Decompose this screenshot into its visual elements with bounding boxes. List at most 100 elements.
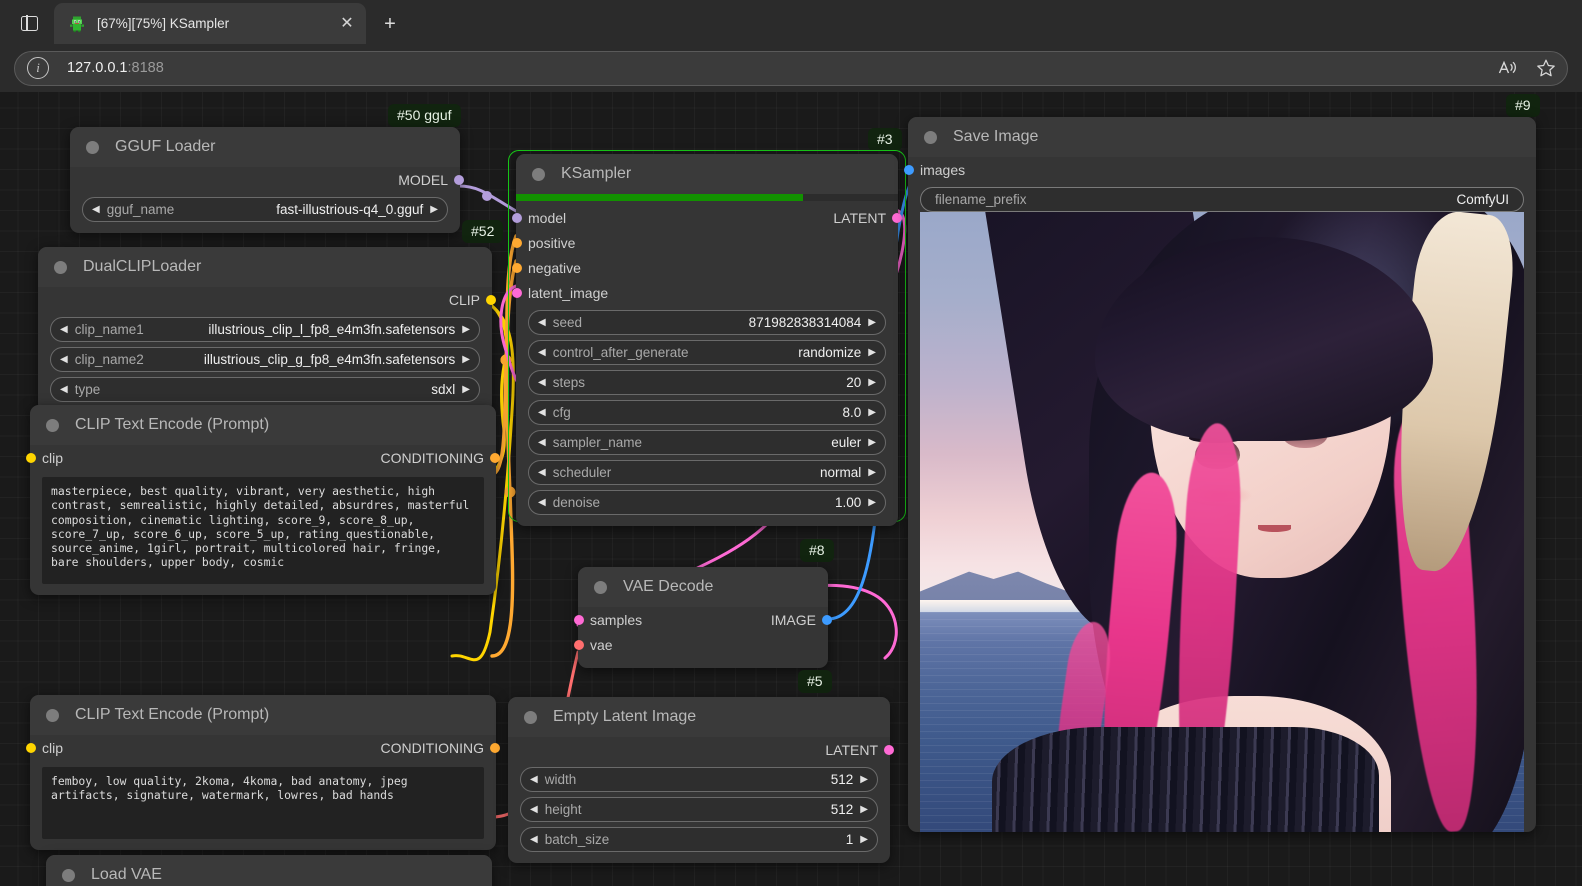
chevron-left-icon[interactable]: ◀ (538, 437, 546, 448)
node-header[interactable]: KSampler (516, 154, 898, 194)
read-aloud-icon[interactable] (1493, 53, 1523, 83)
slot-row-positive[interactable]: positive (512, 230, 886, 255)
node-ksampler[interactable]: KSampler model LATENT positive negative (512, 154, 902, 526)
input-dot-negative[interactable] (512, 262, 522, 273)
collapse-dot-icon[interactable] (86, 140, 99, 154)
widget-seed[interactable]: ◀ seed 871982838314084 ▶ (528, 310, 886, 335)
chevron-left-icon[interactable]: ◀ (538, 497, 546, 508)
chevron-left-icon[interactable]: ◀ (538, 347, 546, 358)
chevron-right-icon[interactable]: ▶ (868, 377, 876, 388)
output-slot-model[interactable]: MODEL (82, 167, 464, 192)
input-dot-clip[interactable] (26, 742, 36, 753)
node-clip-text-encode-positive[interactable]: CLIP Text Encode (Prompt) clip CONDITION… (26, 405, 500, 595)
widget-clip-name1[interactable]: ◀ clip_name1 illustrious_clip_l_fp8_e4m3… (50, 317, 480, 342)
address-bar[interactable]: i 127.0.0.1:8188 (14, 50, 1568, 86)
widget-batch-size[interactable]: ◀ batch_size 1 ▶ (520, 827, 878, 852)
input-dot-latent-image[interactable] (512, 287, 522, 298)
prompt-textarea-positive[interactable]: masterpiece, best quality, vibrant, very… (42, 477, 484, 584)
output-slot-clip[interactable]: CLIP (50, 287, 496, 312)
chevron-right-icon[interactable]: ▶ (868, 437, 876, 448)
node-gguf-loader[interactable]: GGUF Loader MODEL ◀ gguf_name fast-illus… (70, 127, 464, 233)
node-save-image[interactable]: Save Image images filename_prefix ComfyU… (904, 117, 1536, 832)
new-tab-button[interactable]: + (374, 8, 406, 40)
node-header[interactable]: GGUF Loader (70, 127, 460, 167)
chevron-left-icon[interactable]: ◀ (538, 407, 546, 418)
output-dot-latent[interactable] (884, 744, 894, 755)
widget-height[interactable]: ◀ height 512 ▶ (520, 797, 878, 822)
chevron-right-icon[interactable]: ▶ (462, 324, 470, 335)
output-dot-clip[interactable] (486, 294, 496, 305)
input-dot-vae[interactable] (574, 639, 584, 650)
widget-cfg[interactable]: ◀ cfg 8.0 ▶ (528, 400, 886, 425)
collapse-dot-icon[interactable] (594, 580, 607, 594)
widget-control-after-generate[interactable]: ◀ control_after_generate randomize ▶ (528, 340, 886, 365)
slot-row-vae[interactable]: vae (574, 632, 816, 657)
generated-image-preview[interactable] (920, 212, 1524, 832)
collapse-dot-icon[interactable] (524, 710, 537, 724)
prompt-textarea-negative[interactable]: femboy, low quality, 2koma, 4koma, bad a… (42, 767, 484, 839)
widget-width[interactable]: ◀ width 512 ▶ (520, 767, 878, 792)
collapse-dot-icon[interactable] (46, 418, 59, 432)
node-header[interactable]: Save Image (908, 117, 1536, 157)
chevron-right-icon[interactable]: ▶ (462, 384, 470, 395)
node-load-vae[interactable]: Load VAE VAE ◀ vae_name illustrious_vae_… (46, 855, 492, 886)
node-dualclip-loader[interactable]: DualCLIPLoader CLIP ◀ clip_name1 illustr… (38, 247, 496, 413)
node-empty-latent-image[interactable]: Empty Latent Image LATENT ◀ width 512 ▶ … (508, 697, 894, 863)
chevron-left-icon[interactable]: ◀ (60, 384, 68, 395)
chevron-right-icon[interactable]: ▶ (868, 497, 876, 508)
slot-row-clip-conditioning[interactable]: clip CONDITIONING (26, 445, 500, 470)
widget-type[interactable]: ◀ type sdxl ▶ (50, 377, 480, 402)
collapse-dot-icon[interactable] (532, 167, 545, 181)
widget-filename-prefix[interactable]: filename_prefix ComfyUI (920, 187, 1524, 212)
browser-tab[interactable]: [67%][75%] KSampler ✕ (54, 3, 366, 44)
chevron-left-icon[interactable]: ◀ (538, 467, 546, 478)
collapse-dot-icon[interactable] (924, 130, 937, 144)
widget-clip-name2[interactable]: ◀ clip_name2 illustrious_clip_g_fp8_e4m3… (50, 347, 480, 372)
collapse-dot-icon[interactable] (46, 708, 59, 722)
sidebar-toggle-button[interactable] (8, 5, 50, 41)
node-header[interactable]: Load VAE (46, 855, 492, 886)
chevron-right-icon[interactable]: ▶ (430, 204, 438, 215)
site-info-icon[interactable]: i (27, 57, 49, 79)
output-dot-model[interactable] (454, 174, 464, 185)
output-slot-latent[interactable]: LATENT (520, 737, 894, 762)
node-header[interactable]: CLIP Text Encode (Prompt) (30, 695, 496, 735)
node-header[interactable]: DualCLIPLoader (38, 247, 492, 287)
collapse-dot-icon[interactable] (54, 260, 67, 274)
chevron-left-icon[interactable]: ◀ (530, 834, 538, 845)
chevron-left-icon[interactable]: ◀ (60, 354, 68, 365)
comfyui-graph-canvas[interactable]: #50 gguf GGUF Loader MODEL ◀ gguf_name f… (0, 92, 1582, 886)
chevron-right-icon[interactable]: ▶ (868, 347, 876, 358)
chevron-left-icon[interactable]: ◀ (60, 324, 68, 335)
input-dot-model[interactable] (512, 212, 522, 223)
output-dot-latent[interactable] (892, 212, 902, 223)
widget-scheduler[interactable]: ◀ scheduler normal ▶ (528, 460, 886, 485)
chevron-right-icon[interactable]: ▶ (860, 834, 868, 845)
chevron-left-icon[interactable]: ◀ (530, 804, 538, 815)
chevron-right-icon[interactable]: ▶ (868, 317, 876, 328)
node-header[interactable]: VAE Decode (578, 567, 828, 607)
node-header[interactable]: Empty Latent Image (508, 697, 890, 737)
slot-row-latent-image[interactable]: latent_image (512, 280, 886, 305)
node-clip-text-encode-negative[interactable]: CLIP Text Encode (Prompt) clip CONDITION… (26, 695, 500, 850)
input-dot-samples[interactable] (574, 614, 584, 625)
output-dot-conditioning[interactable] (490, 452, 500, 463)
chevron-right-icon[interactable]: ▶ (860, 774, 868, 785)
favorite-star-icon[interactable] (1531, 53, 1561, 83)
output-dot-image[interactable] (822, 614, 832, 625)
chevron-left-icon[interactable]: ◀ (538, 377, 546, 388)
widget-denoise[interactable]: ◀ denoise 1.00 ▶ (528, 490, 886, 515)
chevron-left-icon[interactable]: ◀ (92, 204, 100, 215)
widget-gguf-name[interactable]: ◀ gguf_name fast-illustrious-q4_0.gguf ▶ (82, 197, 448, 222)
chevron-left-icon[interactable]: ◀ (530, 774, 538, 785)
slot-row-clip-conditioning[interactable]: clip CONDITIONING (26, 735, 500, 760)
collapse-dot-icon[interactable] (62, 868, 75, 882)
chevron-right-icon[interactable]: ▶ (868, 407, 876, 418)
chevron-left-icon[interactable]: ◀ (538, 317, 546, 328)
input-dot-clip[interactable] (26, 452, 36, 463)
slot-row-model-latent[interactable]: model LATENT (512, 205, 902, 230)
input-dot-images[interactable] (904, 164, 914, 175)
chevron-right-icon[interactable]: ▶ (860, 804, 868, 815)
input-dot-positive[interactable] (512, 237, 522, 248)
chevron-right-icon[interactable]: ▶ (868, 467, 876, 478)
